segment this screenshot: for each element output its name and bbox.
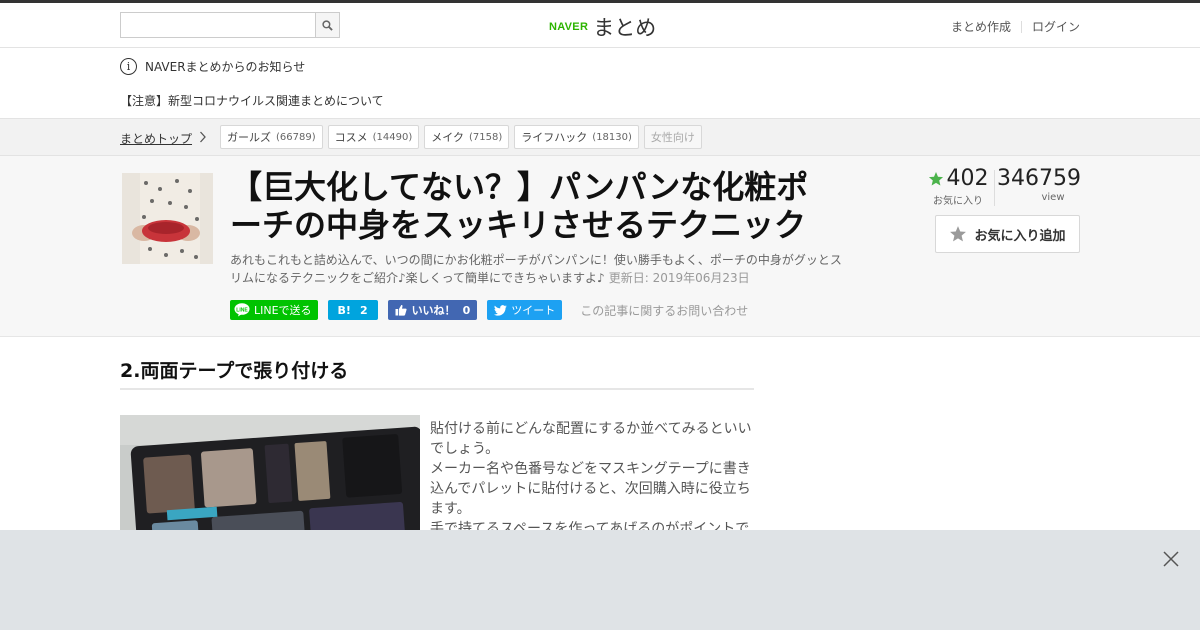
tag-label: ライフハック — [521, 131, 588, 144]
tweet-label: ツイート — [511, 304, 556, 317]
tag-label: 女性向け — [650, 131, 695, 144]
login-link[interactable]: ログイン — [1032, 18, 1080, 35]
twitter-bird-icon — [494, 304, 508, 316]
facebook-like-count: 0 — [462, 303, 471, 317]
updated-date: 更新日: 2019年06月23日 — [608, 271, 750, 285]
facebook-like-button[interactable]: いいね！ 0 — [387, 300, 478, 320]
category-bar: まとめトップ ガールズ (66789) コスメ (14490) メイク (715… — [0, 118, 1200, 156]
description-text: あれもこれもと詰め込んで、いつの間にかお化粧ポーチがパンパンに！使い勝手もよく、… — [230, 253, 842, 285]
tag-cosme[interactable]: コスメ (14490) — [327, 125, 420, 149]
svg-text:LINE: LINE — [236, 307, 248, 313]
star-icon — [950, 226, 967, 242]
search-button[interactable] — [315, 12, 340, 38]
search-bar — [120, 12, 340, 38]
article-thumbnail — [122, 173, 213, 264]
notice-heading: i NAVERまとめからのお知らせ — [120, 58, 305, 75]
hatena-bookmark-button[interactable]: B! 2 — [327, 300, 378, 320]
line-icon: LINE — [234, 303, 250, 317]
notice-link[interactable]: 【注意】新型コロナウイルス関連まとめについて — [120, 92, 384, 109]
add-favorite-label: お気に入り追加 — [974, 228, 1066, 244]
create-matome-link[interactable]: まとめ作成 — [951, 18, 1011, 35]
tag-lifehack[interactable]: ライフハック (18130) — [514, 125, 639, 149]
article-header: 【巨大化してない？】パンパンな化粧ポーチの中身をスッキリさせるテクニック あれも… — [0, 156, 1200, 337]
tag-label: ガールズ — [227, 131, 271, 144]
breadcrumb-matome-top[interactable]: まとめトップ — [120, 130, 192, 147]
site-header: NAVER まとめ まとめ作成 ログイン — [0, 3, 1200, 48]
tag-count: (18130) — [592, 131, 632, 143]
share-buttons: LINE LINEで送る B! 2 いいね！ 0 ツイート この記事に関するお問… — [230, 300, 748, 320]
close-icon — [1163, 551, 1179, 567]
tweet-button[interactable]: ツイート — [487, 300, 563, 320]
contact-link[interactable]: この記事に関するお問い合わせ — [580, 302, 748, 319]
eyeshadow-palette-photo — [120, 415, 420, 545]
star-icon — [928, 171, 943, 186]
tag-count: (14490) — [372, 131, 413, 143]
views-label: view — [1041, 192, 1065, 203]
add-favorite-button[interactable]: お気に入り追加 — [935, 215, 1080, 253]
favorites-stat: 402 お気に入り — [922, 166, 994, 207]
naver-matome-logo[interactable]: NAVER まとめ — [549, 12, 656, 42]
tag-label: メイク — [431, 131, 465, 144]
views-count: 346759 — [997, 166, 1081, 191]
logo-matome-text: まとめ — [593, 16, 657, 40]
hatena-count: 2 — [359, 303, 368, 317]
search-input[interactable] — [120, 12, 315, 38]
logo-naver-text: NAVER — [549, 21, 589, 33]
article-stats: 402 お気に入り 346759 view — [922, 166, 1081, 207]
info-icon: i — [120, 58, 137, 75]
ad-overlay-banner — [0, 530, 1200, 630]
section-body-text: 貼付ける前にどんな配置にするか並べてみるといいでしょう。 メーカー名や色番号など… — [430, 421, 752, 537]
tag-label: コスメ — [334, 131, 368, 144]
favorites-label: お気に入り — [933, 196, 983, 207]
close-button[interactable] — [1160, 548, 1182, 570]
hatena-icon: B! — [337, 303, 351, 317]
favorites-count: 402 — [946, 166, 989, 191]
tag-list: ガールズ (66789) コスメ (14490) メイク (7158) ライフハ… — [220, 125, 702, 149]
tag-girls[interactable]: ガールズ (66789) — [220, 125, 323, 149]
link-divider — [1020, 20, 1022, 33]
section-heading: 2.両面テープで張り付ける — [120, 356, 754, 390]
tag-for-women[interactable]: 女性向け — [643, 125, 702, 149]
line-share-label: LINEで送る — [254, 304, 312, 317]
article-description: あれもこれもと詰め込んで、いつの間にかお化粧ポーチがパンパンに！使い勝手もよく、… — [230, 251, 845, 287]
search-icon — [322, 19, 333, 31]
notice-title: NAVERまとめからのお知らせ — [145, 60, 306, 74]
facebook-like-label: いいね！ — [411, 304, 456, 317]
tag-makeup[interactable]: メイク (7158) — [424, 125, 510, 149]
facebook-like-icon — [395, 304, 407, 316]
header-links: まとめ作成 ログイン — [951, 18, 1080, 35]
tag-count: (66789) — [276, 131, 316, 143]
article-title: 【巨大化してない？】パンパンな化粧ポーチの中身をスッキリさせるテクニック — [230, 168, 809, 244]
tag-count: (7158) — [469, 131, 503, 143]
views-stat: 346759 view — [995, 166, 1081, 207]
chevron-right-icon — [199, 130, 207, 147]
line-share-button[interactable]: LINE LINEで送る — [230, 300, 318, 320]
